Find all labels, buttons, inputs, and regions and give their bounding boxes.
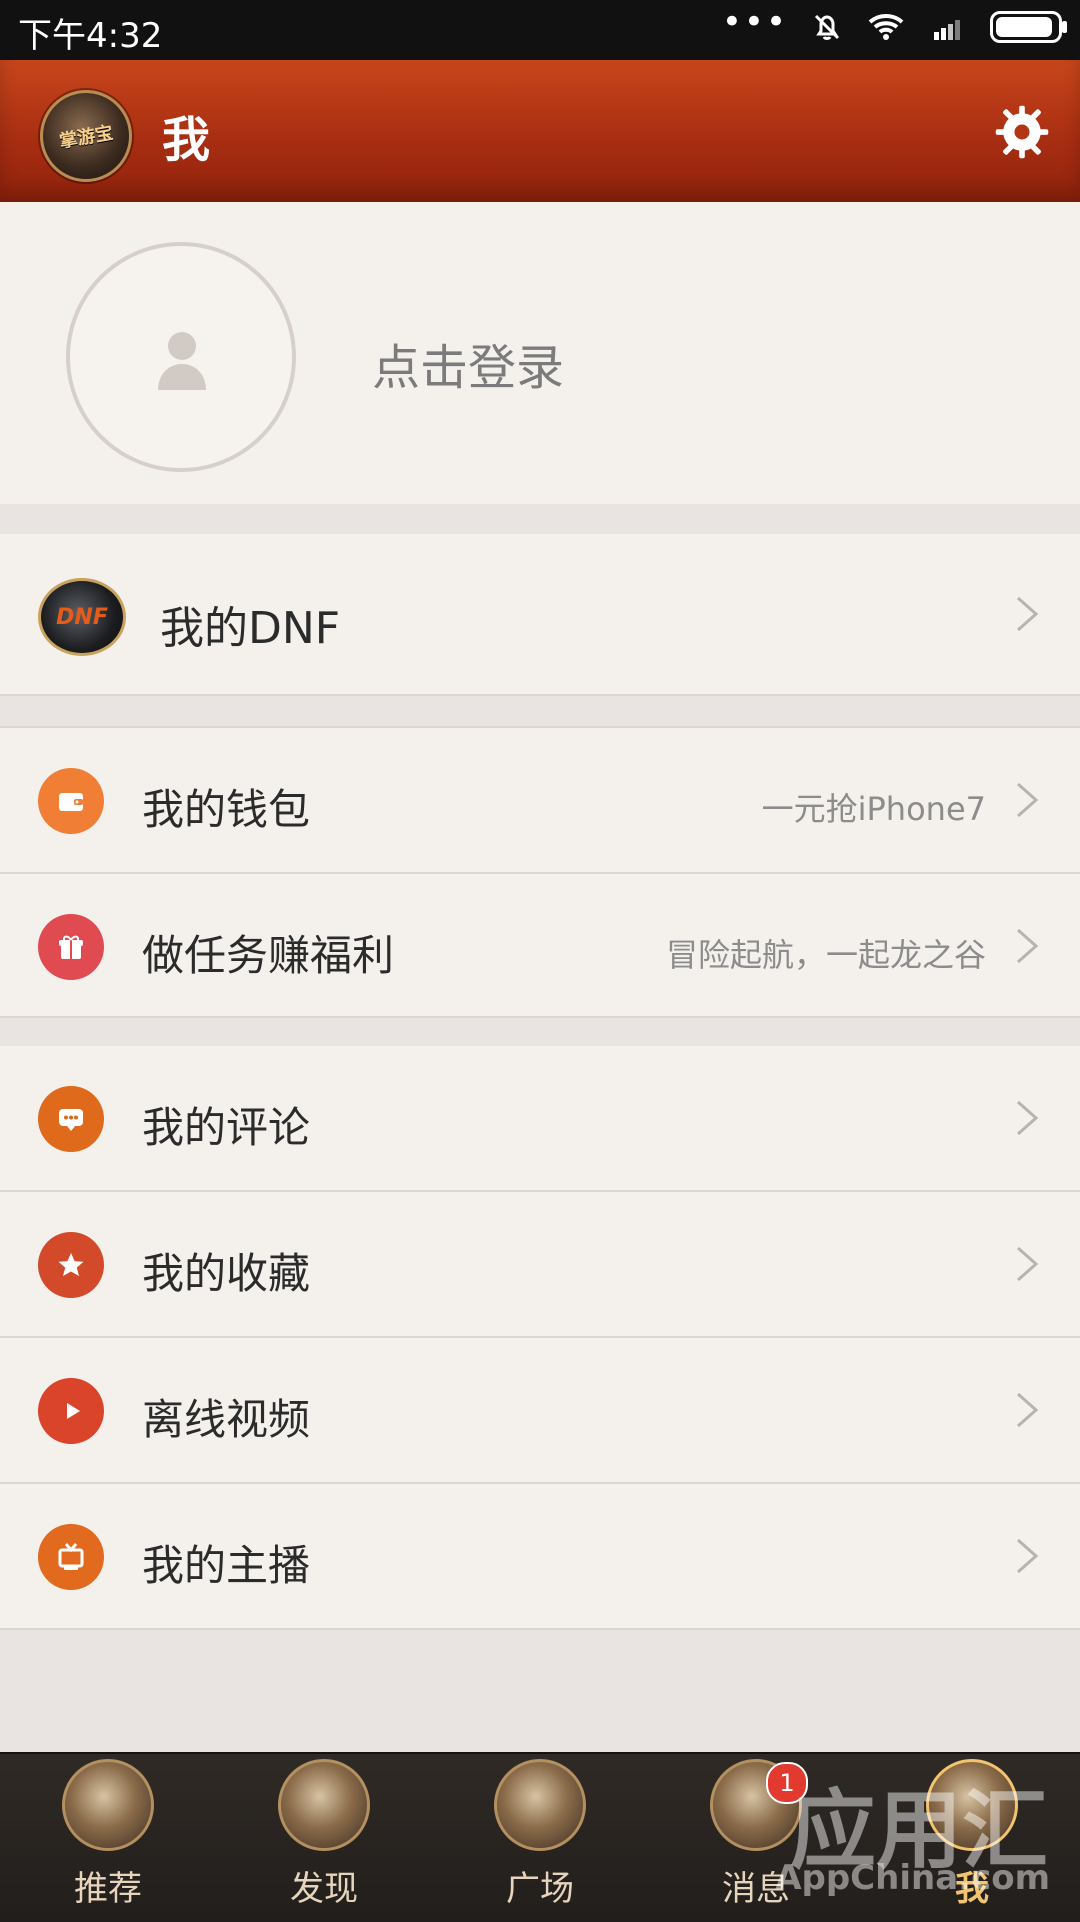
page-title: 我 bbox=[162, 112, 211, 168]
chevron-right-icon bbox=[1017, 928, 1039, 964]
login-prompt[interactable]: 点击登录 bbox=[372, 328, 564, 398]
section-gap bbox=[0, 1018, 1080, 1046]
star-icon bbox=[38, 1232, 104, 1298]
menu-item-favorites[interactable]: 我的收藏 bbox=[0, 1192, 1080, 1336]
section-gap bbox=[0, 504, 1080, 534]
recommend-icon bbox=[62, 1759, 154, 1851]
avatar[interactable] bbox=[66, 242, 296, 472]
menu-label: 做任务赚福利 bbox=[142, 931, 395, 980]
menu-label: 我的评论 bbox=[142, 1103, 311, 1152]
play-icon bbox=[38, 1378, 104, 1444]
dnf-logo-icon: DNF bbox=[38, 578, 126, 656]
dnf-logo-text: DNF bbox=[56, 604, 108, 630]
menu-label: 我的主播 bbox=[142, 1541, 311, 1590]
nav-label: 推荐 bbox=[74, 1869, 142, 1909]
user-icon bbox=[158, 332, 206, 390]
signal-icon bbox=[934, 20, 960, 40]
bottom-nav: 推荐 发现 广场 1 消息 我 bbox=[0, 1752, 1080, 1922]
menu-label: 我的收藏 bbox=[142, 1249, 311, 1298]
gift-icon bbox=[38, 914, 104, 980]
nav-item-discover[interactable]: 发现 bbox=[216, 1754, 432, 1922]
nav-label: 我 bbox=[955, 1869, 989, 1909]
chevron-right-icon bbox=[1017, 1246, 1039, 1282]
status-icons: ••• bbox=[722, 2, 1067, 44]
nav-item-square[interactable]: 广场 bbox=[432, 1754, 648, 1922]
tv-icon bbox=[38, 1524, 104, 1590]
app-header: 掌游宝 我 bbox=[0, 60, 1080, 202]
more-icon: ••• bbox=[721, 2, 788, 42]
menu-item-comments[interactable]: 我的评论 bbox=[0, 1046, 1080, 1190]
menu-label: 离线视频 bbox=[142, 1395, 311, 1444]
square-icon bbox=[494, 1759, 586, 1851]
divider bbox=[0, 1628, 1080, 1630]
mute-icon bbox=[814, 14, 840, 40]
app-logo-text: 掌游宝 bbox=[57, 122, 115, 153]
nav-item-me[interactable]: 我 bbox=[864, 1754, 1080, 1922]
nav-label: 发现 bbox=[290, 1869, 358, 1909]
menu-hint: 一元抢iPhone7 bbox=[761, 790, 986, 828]
wallet-icon bbox=[38, 768, 104, 834]
menu-label: 我的DNF bbox=[160, 603, 341, 654]
wifi-icon bbox=[868, 14, 904, 40]
nav-item-recommend[interactable]: 推荐 bbox=[0, 1754, 216, 1922]
app-logo: 掌游宝 bbox=[40, 90, 132, 182]
chevron-right-icon bbox=[1017, 782, 1039, 818]
comment-icon bbox=[38, 1086, 104, 1152]
battery-icon bbox=[990, 11, 1067, 43]
settings-gear-icon[interactable] bbox=[992, 102, 1052, 162]
chevron-right-icon bbox=[1017, 1538, 1039, 1574]
section-gap bbox=[0, 696, 1080, 726]
me-icon bbox=[926, 1759, 1018, 1851]
status-time: 下午4:32 bbox=[18, 16, 163, 56]
menu-item-streamers[interactable]: 我的主播 bbox=[0, 1484, 1080, 1628]
discover-icon bbox=[278, 1759, 370, 1851]
nav-item-messages[interactable]: 1 消息 bbox=[648, 1754, 864, 1922]
status-bar: 下午4:32 ••• bbox=[0, 0, 1080, 60]
menu-item-wallet[interactable]: 我的钱包 一元抢iPhone7 bbox=[0, 728, 1080, 872]
menu-item-offline-videos[interactable]: 离线视频 bbox=[0, 1338, 1080, 1482]
chevron-right-icon bbox=[1017, 596, 1039, 632]
nav-label: 消息 bbox=[722, 1869, 790, 1909]
menu-hint: 冒险起航，一起龙之谷 bbox=[665, 936, 986, 974]
menu-item-my-dnf[interactable]: DNF 我的DNF bbox=[0, 534, 1080, 694]
menu-item-tasks[interactable]: 做任务赚福利 冒险起航，一起龙之谷 bbox=[0, 874, 1080, 1018]
chevron-right-icon bbox=[1017, 1392, 1039, 1428]
profile-section[interactable]: 点击登录 bbox=[0, 202, 1080, 504]
nav-label: 广场 bbox=[506, 1869, 574, 1909]
chevron-right-icon bbox=[1017, 1100, 1039, 1136]
menu-label: 我的钱包 bbox=[142, 785, 311, 834]
message-badge: 1 bbox=[766, 1762, 808, 1804]
